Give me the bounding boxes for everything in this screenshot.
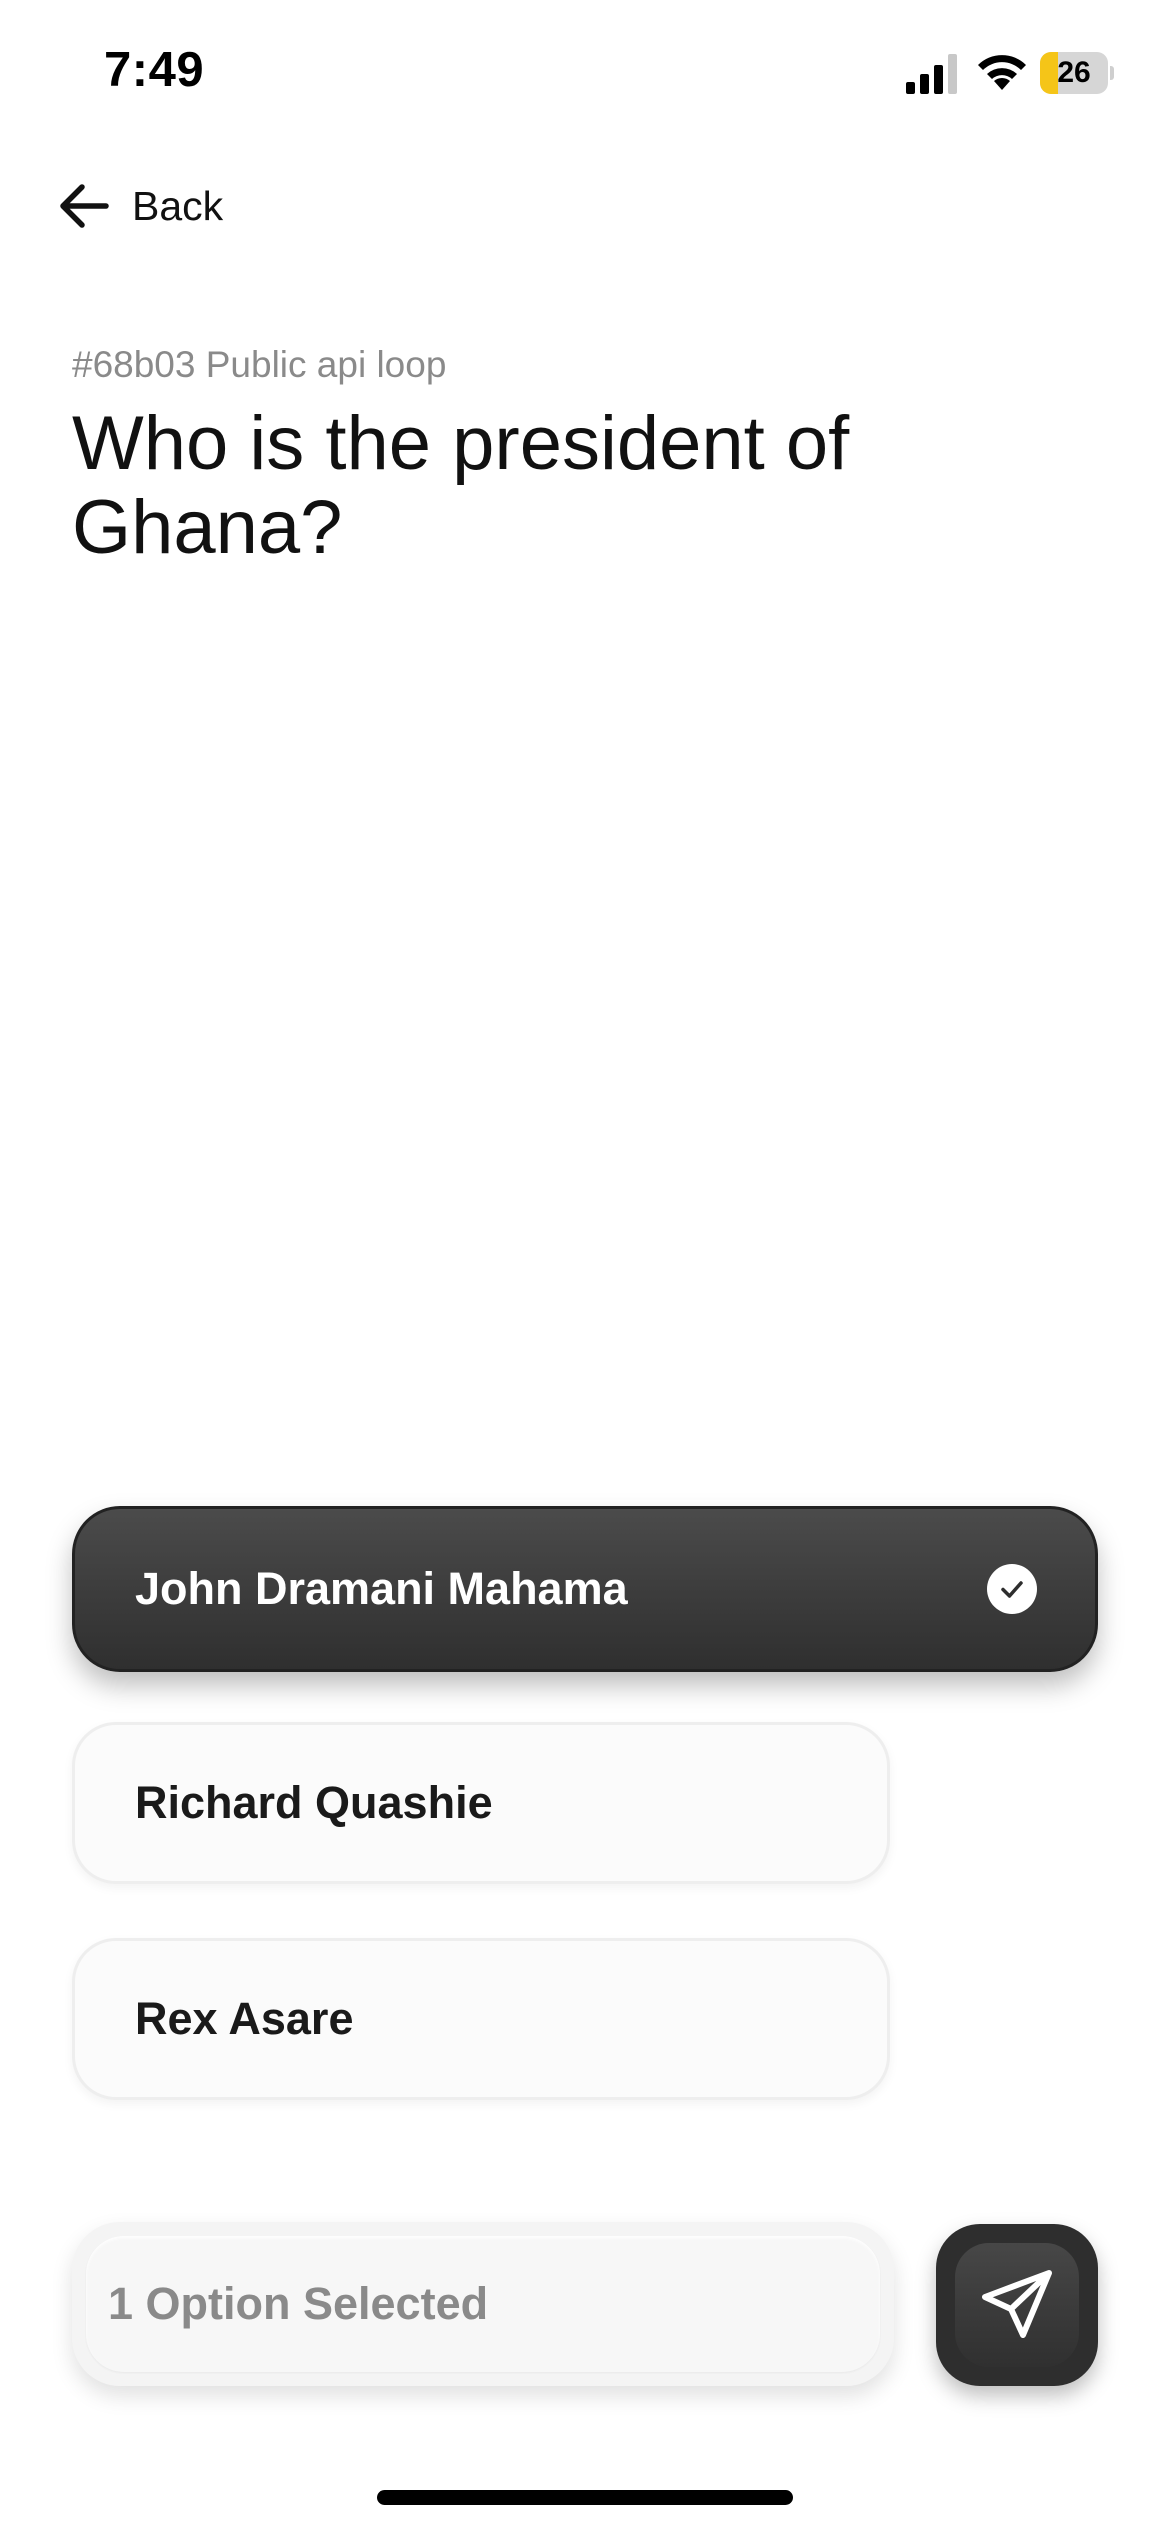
arrow-left-icon: [56, 178, 112, 234]
home-indicator: [377, 2490, 793, 2505]
question-title: Who is the president of Ghana?: [72, 401, 850, 570]
back-label: Back: [132, 182, 224, 229]
send-button[interactable]: [936, 2224, 1098, 2386]
battery-cap: [1110, 66, 1114, 80]
send-paper-plane-icon: [982, 2270, 1052, 2338]
send-button-inner: [955, 2243, 1079, 2367]
back-button[interactable]: Back: [56, 176, 223, 236]
battery-body: 26: [1040, 52, 1108, 94]
option-label: Richard Quashie: [135, 1777, 493, 1828]
battery-icon: 26: [1040, 52, 1114, 94]
quiz-screen: 7:49 26 Back #68b03 Public api loop Who …: [0, 0, 1170, 2532]
question-meta: #68b03 Public api loop: [72, 344, 447, 385]
option-john-dramani-mahama[interactable]: John Dramani Mahama: [72, 1506, 1098, 1672]
checkmark-icon: [987, 1564, 1037, 1614]
option-richard-quashie[interactable]: Richard Quashie: [72, 1722, 890, 1884]
status-bar: 7:49 26: [0, 0, 1170, 150]
wifi-icon: [978, 55, 1026, 90]
option-rex-asare[interactable]: Rex Asare: [72, 1938, 890, 2100]
selection-status-text: 1 Option Selected: [86, 2236, 880, 2372]
status-time: 7:49: [104, 43, 205, 97]
selection-status-field: 1 Option Selected: [72, 2222, 894, 2386]
signal-icon: [906, 54, 957, 94]
battery-level: 26: [1057, 56, 1091, 89]
option-label: Rex Asare: [135, 1993, 354, 2044]
option-label: John Dramani Mahama: [135, 1563, 628, 1614]
